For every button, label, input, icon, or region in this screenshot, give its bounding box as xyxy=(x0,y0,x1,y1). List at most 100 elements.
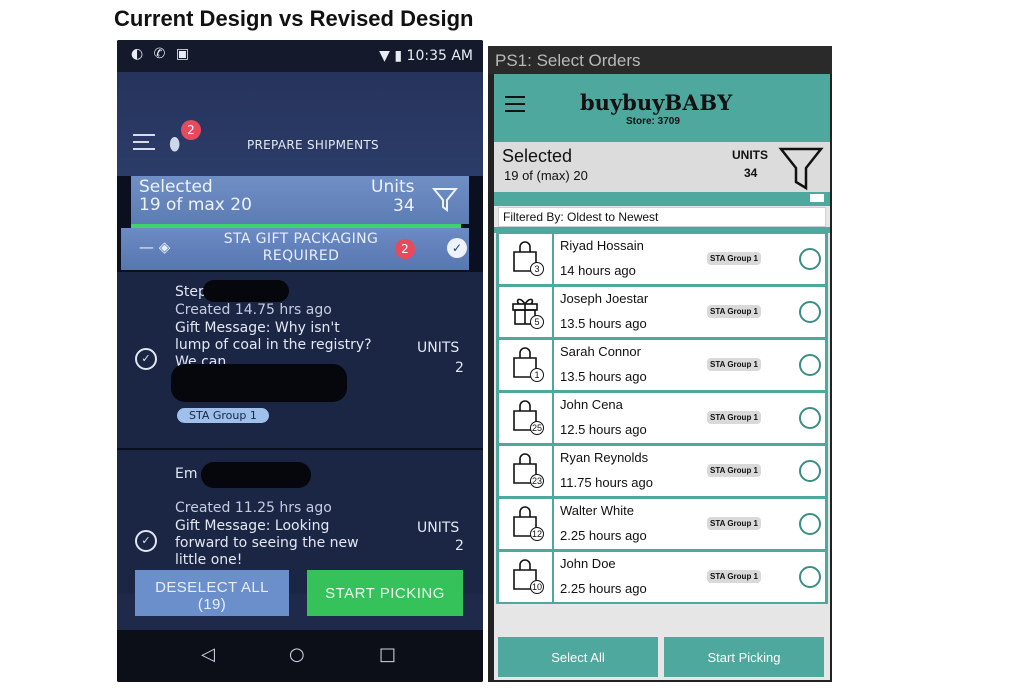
order-units-value: 2 xyxy=(455,538,464,554)
order-age: 2.25 hours ago xyxy=(560,528,647,543)
order-created: Created 14.75 hrs ago xyxy=(175,302,332,318)
status-bar: ◐ ✆ ▣ ▼ ▮ 10:35 AM xyxy=(117,40,483,72)
collapse-icon[interactable]: — ◈ xyxy=(139,238,170,256)
select-radio[interactable] xyxy=(799,566,821,588)
select-radio[interactable] xyxy=(799,248,821,270)
order-units-label: UNITS xyxy=(417,520,460,536)
order-check-icon[interactable]: ✓ xyxy=(135,348,157,370)
units-label: Units xyxy=(371,177,415,197)
group-badge: STA Group 1 xyxy=(707,517,761,530)
recent-apps-icon[interactable]: □ xyxy=(379,644,396,665)
menu-icon[interactable] xyxy=(133,134,155,150)
gift-packaging-bar[interactable]: — ◈ STA GIFT PACKAGING REQUIRED 2 ✓ xyxy=(121,228,469,270)
status-time: 10:35 AM xyxy=(406,48,473,64)
order-row[interactable]: 12 Walter White 2.25 hours ago STA Group 1 xyxy=(496,498,828,551)
order-age: 14 hours ago xyxy=(560,263,636,278)
select-radio[interactable] xyxy=(799,354,821,376)
group-badge: STA Group 1 xyxy=(707,464,761,477)
brand-part2: BABY xyxy=(664,90,733,115)
item-count-badge: 23 xyxy=(530,474,544,488)
home-icon[interactable]: ○ xyxy=(289,644,305,665)
order-icon-cell: 12 xyxy=(499,499,554,549)
selected-value: 19 of (max) 20 xyxy=(504,168,588,183)
filter-status: Filtered By: Oldest to Newest xyxy=(498,207,826,227)
order-row[interactable]: 23 Ryan Reynolds 11.75 hours ago STA Group … xyxy=(496,445,828,498)
units-label: UNITS xyxy=(732,148,768,162)
start-picking-button[interactable]: START PICKING xyxy=(307,570,463,616)
check-icon[interactable]: ✓ xyxy=(447,238,467,258)
order-check-icon[interactable]: ✓ xyxy=(135,530,157,552)
notification-icon[interactable]: ⬮ xyxy=(169,134,180,155)
order-card[interactable]: Step Created 14.75 hrs ago Gift Message:… xyxy=(117,272,483,448)
action-bar: Select All Start Picking xyxy=(494,634,830,680)
notification-badge: 2 xyxy=(181,120,201,140)
revised-design-window: PS1: Select Orders buybuyBABY Store: 370… xyxy=(488,46,832,682)
item-count-badge: 3 xyxy=(530,262,544,276)
group-badge: STA Group 1 xyxy=(177,408,269,423)
select-radio[interactable] xyxy=(799,460,821,482)
order-row[interactable]: 5 Joseph Joestar 13.5 hours ago STA Group 1 xyxy=(496,286,828,339)
select-radio[interactable] xyxy=(799,513,821,535)
order-row[interactable]: 3 Riyad Hossain 14 hours ago STA Group 1 xyxy=(496,233,828,286)
redaction xyxy=(171,364,347,402)
customer-name: Joseph Joestar xyxy=(560,291,649,306)
item-count-badge: 25 xyxy=(530,421,544,435)
menu-icon[interactable] xyxy=(505,96,525,112)
order-icon-cell: 3 xyxy=(499,234,554,284)
order-icon-cell: 1 xyxy=(499,340,554,390)
order-age: 11.75 hours ago xyxy=(560,475,653,490)
order-icon-cell: 10 xyxy=(499,552,554,602)
app-bar: ⬮ 2 PREPARE SHIPMENTS xyxy=(117,72,483,176)
selection-summary: Selected 19 of (max) 20 UNITS 34 xyxy=(494,140,830,192)
filter-icon[interactable] xyxy=(431,185,459,213)
customer-name: Ryan Reynolds xyxy=(560,450,649,465)
order-created: Created 11.25 hrs ago xyxy=(175,500,332,516)
order-age: 12.5 hours ago xyxy=(560,422,647,437)
status-time-group: ▼ ▮ 10:35 AM xyxy=(379,48,473,64)
selected-label: Selected xyxy=(139,177,213,197)
order-units-value: 2 xyxy=(455,360,464,376)
item-count-badge: 5 xyxy=(530,315,544,329)
brand-logo: buybuyBABY xyxy=(580,90,733,115)
order-age: 13.5 hours ago xyxy=(560,369,647,384)
units-value: 34 xyxy=(393,196,415,216)
start-picking-button[interactable]: Start Picking xyxy=(664,637,824,677)
order-row[interactable]: 10 John Doe 2.25 hours ago STA Group 1 xyxy=(496,551,828,604)
customer-name: Riyad Hossain xyxy=(560,238,644,253)
select-radio[interactable] xyxy=(799,407,821,429)
redaction xyxy=(201,462,311,488)
android-nav-bar: ◁ ○ □ xyxy=(117,630,483,682)
deselect-all-count: (19) xyxy=(197,596,227,613)
selected-label: Selected xyxy=(502,146,573,166)
gift-packaging-label: STA GIFT PACKAGING REQUIRED xyxy=(223,231,379,264)
deselect-all-button[interactable]: DESELECT ALL (19) xyxy=(135,570,289,616)
back-icon[interactable]: ◁ xyxy=(201,644,215,665)
gift-packaging-count: 2 xyxy=(395,239,415,259)
item-count-badge: 10 xyxy=(530,580,544,594)
store-number: Store: 3709 xyxy=(626,116,680,127)
status-icons: ◐ ✆ ▣ xyxy=(131,46,193,62)
group-badge: STA Group 1 xyxy=(707,252,761,265)
order-row[interactable]: 25 John Cena 12.5 hours ago STA Group 1 xyxy=(496,392,828,445)
customer-name: Walter White xyxy=(560,503,634,518)
group-badge: STA Group 1 xyxy=(707,411,761,424)
customer-name: John Cena xyxy=(560,397,623,412)
order-list: 3 Riyad Hossain 14 hours ago STA Group 1 5 Jo… xyxy=(496,233,828,604)
app-title: PREPARE SHIPMENTS xyxy=(247,138,379,152)
group-badge: STA Group 1 xyxy=(707,570,761,583)
deselect-all-label: DESELECT ALL xyxy=(155,579,269,596)
selected-value: 19 of max 20 xyxy=(139,195,252,215)
units-value: 34 xyxy=(744,166,758,180)
window-title: PS1: Select Orders xyxy=(495,51,641,70)
item-count-badge: 1 xyxy=(530,368,544,382)
redaction xyxy=(203,280,289,302)
item-count-badge: 12 xyxy=(530,527,544,541)
order-age: 13.5 hours ago xyxy=(560,316,647,331)
select-all-button[interactable]: Select All xyxy=(498,637,658,677)
current-design-phone: ◐ ✆ ▣ ▼ ▮ 10:35 AM ⬮ 2 PREPARE SHIPMENTS… xyxy=(117,40,483,682)
select-radio[interactable] xyxy=(799,301,821,323)
selection-summary: Selected 19 of max 20 Units 34 xyxy=(131,176,469,224)
order-age: 2.25 hours ago xyxy=(560,581,647,596)
order-row[interactable]: 1 Sarah Connor 13.5 hours ago STA Group 1 xyxy=(496,339,828,392)
filter-icon[interactable] xyxy=(776,144,826,192)
